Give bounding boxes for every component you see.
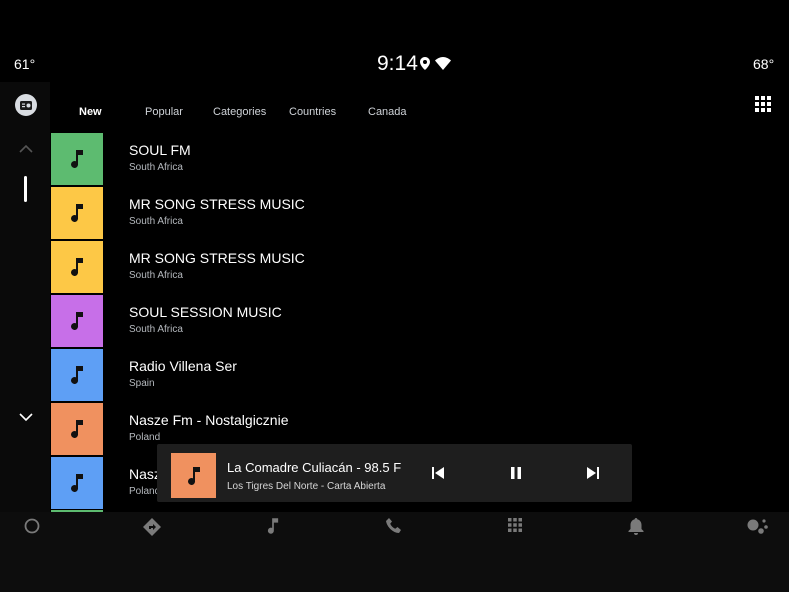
- station-row[interactable]: MR SONG STRESS MUSIC South Africa: [51, 187, 611, 239]
- station-country: South Africa: [129, 216, 183, 227]
- now-playing-title: La Comadre Culiacán - 98.5 FM: [227, 460, 401, 475]
- pause-icon[interactable]: [510, 467, 522, 479]
- station-country: Poland: [129, 486, 161, 497]
- station-country: South Africa: [129, 162, 183, 173]
- station-row[interactable]: SOUL SESSION MUSIC South Africa: [51, 295, 611, 347]
- apps-grid-icon[interactable]: [755, 96, 771, 112]
- music-note-icon: [71, 474, 83, 492]
- assistant-icon[interactable]: [747, 518, 769, 536]
- station-row[interactable]: SOUL FM South Africa: [51, 133, 611, 185]
- tab-categories[interactable]: Categories: [213, 106, 266, 118]
- music-note-icon: [71, 312, 83, 330]
- station-artwork: [51, 349, 103, 401]
- scroll-up-icon[interactable]: [19, 144, 33, 153]
- station-name: SOUL SESSION MUSIC: [129, 304, 282, 320]
- tab-canada[interactable]: Canada: [368, 106, 407, 118]
- station-artwork: [51, 133, 103, 185]
- home-icon[interactable]: [24, 518, 40, 534]
- wifi-icon: [435, 57, 451, 70]
- location-icon: [420, 57, 430, 70]
- next-icon[interactable]: [587, 467, 599, 479]
- previous-icon[interactable]: [432, 467, 444, 479]
- now-playing-bar[interactable]: La Comadre Culiacán - 98.5 FM Los Tigres…: [157, 444, 632, 502]
- notifications-icon[interactable]: [628, 518, 644, 535]
- phone-icon[interactable]: [386, 518, 402, 534]
- app-launcher-icon[interactable]: [508, 518, 522, 532]
- tab-popular[interactable]: Popular: [145, 106, 183, 118]
- navigation-icon[interactable]: [143, 518, 161, 536]
- station-country: Spain: [129, 378, 155, 389]
- now-playing-subtitle: Los Tigres Del Norte - Carta Abierta: [227, 481, 386, 492]
- station-name: SOUL FM: [129, 142, 191, 158]
- station-artwork: [51, 457, 103, 509]
- tab-countries[interactable]: Countries: [289, 106, 336, 118]
- cabin-temperature: 68°: [753, 56, 775, 72]
- station-artwork: [51, 187, 103, 239]
- music-icon[interactable]: [267, 518, 279, 534]
- station-country: South Africa: [129, 324, 183, 335]
- station-country: South Africa: [129, 270, 183, 281]
- now-playing-artwork: [171, 453, 216, 498]
- scroll-down-icon[interactable]: [19, 413, 33, 422]
- station-name: Nasze Fm - Nostalgicznie: [129, 412, 289, 428]
- station-name: MR SONG STRESS MUSIC: [129, 250, 305, 266]
- music-note-icon: [71, 420, 83, 438]
- station-country: Poland: [129, 432, 161, 443]
- music-note-icon: [71, 204, 83, 222]
- clock: 9:14: [377, 52, 418, 75]
- station-artwork: [51, 295, 103, 347]
- station-name: Radio Villena Ser: [129, 358, 237, 374]
- scrollbar-thumb[interactable]: [24, 176, 27, 202]
- station-row[interactable]: MR SONG STRESS MUSIC South Africa: [51, 241, 611, 293]
- station-name: MR SONG STRESS MUSIC: [129, 196, 305, 212]
- radio-icon[interactable]: [15, 94, 37, 116]
- music-note-icon: [71, 150, 83, 168]
- station-row[interactable]: Radio Villena Ser Spain: [51, 349, 611, 401]
- station-artwork: [51, 241, 103, 293]
- music-note-icon: [187, 466, 200, 485]
- tab-new[interactable]: New: [79, 106, 102, 118]
- music-note-icon: [71, 366, 83, 384]
- outside-temperature: 61°: [14, 56, 36, 72]
- music-note-icon: [71, 258, 83, 276]
- station-artwork: [51, 403, 103, 455]
